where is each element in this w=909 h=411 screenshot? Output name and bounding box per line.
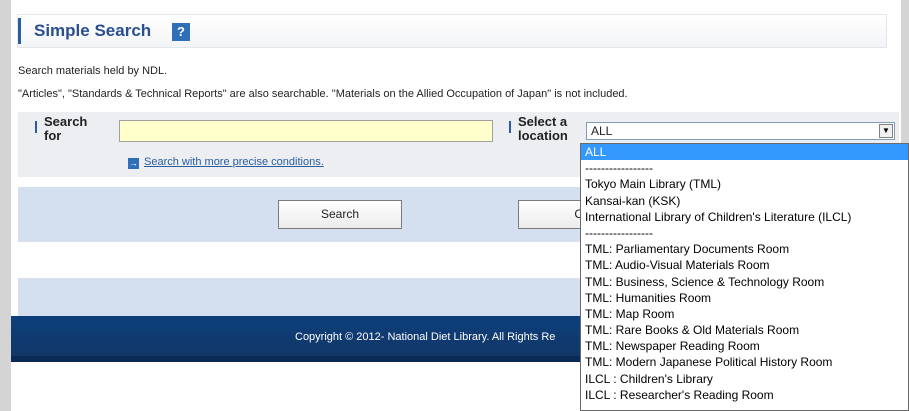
title-accent-bar bbox=[18, 18, 21, 44]
location-option[interactable]: TML: Business, Science & Technology Room bbox=[581, 274, 908, 290]
search-button[interactable]: Search bbox=[278, 200, 402, 229]
title-bar: Simple Search ? bbox=[17, 14, 887, 48]
help-icon[interactable]: ? bbox=[172, 23, 190, 41]
location-select[interactable]: ALL ▼ bbox=[586, 122, 895, 140]
search-for-label: Search for bbox=[35, 114, 94, 143]
location-option[interactable]: TML: Rare Books & Old Materials Room bbox=[581, 322, 908, 338]
location-option[interactable]: International Library of Children's Lite… bbox=[581, 209, 908, 225]
search-for-label-line2: for bbox=[44, 128, 62, 143]
location-option[interactable]: TML: Modern Japanese Political History R… bbox=[581, 354, 908, 370]
copyright-text: Copyright © 2012- National Diet Library.… bbox=[295, 331, 556, 343]
location-option[interactable]: ILCL : Children's Library bbox=[581, 371, 908, 387]
select-location-label: Select a location bbox=[509, 114, 578, 143]
search-input[interactable] bbox=[119, 120, 493, 142]
location-option[interactable]: TML: Parliamentary Documents Room bbox=[581, 241, 908, 257]
location-option[interactable]: TML: Humanities Room bbox=[581, 290, 908, 306]
location-option[interactable]: TML: Map Room bbox=[581, 306, 908, 322]
location-select-value: ALL bbox=[591, 124, 613, 138]
description-line-1: Search materials held by NDL. bbox=[18, 65, 168, 77]
location-option[interactable]: TML: Newspaper Reading Room bbox=[581, 338, 908, 354]
location-option[interactable]: ALL bbox=[581, 144, 908, 161]
arrow-right-icon: → bbox=[128, 158, 139, 169]
select-location-label-line2: location bbox=[518, 128, 568, 143]
location-option[interactable]: ----------------- bbox=[581, 225, 908, 241]
search-for-label-line1: Search bbox=[44, 114, 88, 129]
location-option[interactable]: ILCL : Researcher's Reading Room bbox=[581, 387, 908, 403]
label-accent-bar bbox=[509, 121, 511, 133]
page-title: Simple Search bbox=[34, 21, 152, 40]
chevron-down-icon[interactable]: ▼ bbox=[879, 124, 893, 138]
location-option[interactable]: TML: Audio-Visual Materials Room bbox=[581, 257, 908, 273]
location-option[interactable]: Kansai-kan (KSK) bbox=[581, 193, 908, 209]
location-option[interactable]: ----------------- bbox=[581, 160, 908, 176]
location-dropdown-list[interactable]: ALL ----------------- Tokyo Main Library… bbox=[580, 143, 909, 411]
more-conditions-link-text[interactable]: Search with more precise conditions. bbox=[144, 156, 324, 168]
label-accent-bar bbox=[35, 121, 37, 133]
description-line-2: "Articles", "Standards & Technical Repor… bbox=[18, 88, 628, 100]
select-location-label-line1: Select a bbox=[518, 114, 568, 129]
more-conditions-link[interactable]: → Search with more precise conditions. bbox=[128, 156, 324, 169]
location-option[interactable]: Tokyo Main Library (TML) bbox=[581, 176, 908, 192]
